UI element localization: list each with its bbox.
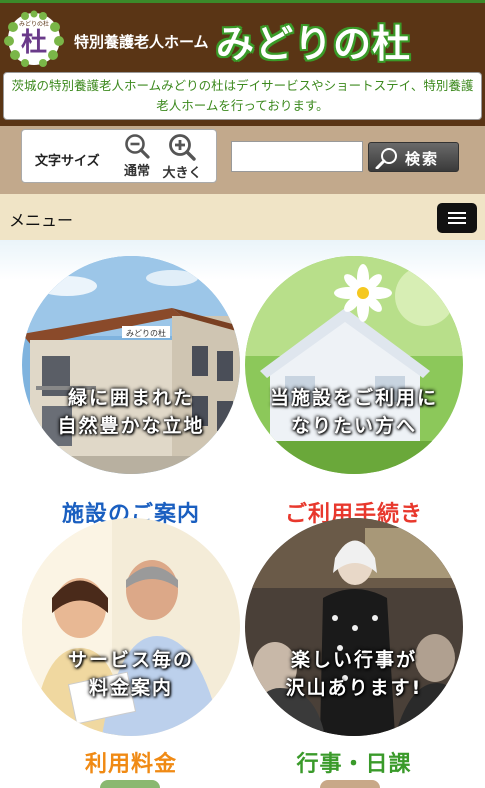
toolbar: 文字サイズ 通常 大きく 検索: [0, 126, 485, 194]
tile-facility-guide[interactable]: みどりの杜 緑に囲まれた 自然豊かな立地 施設のご案内: [22, 256, 244, 527]
font-size-label: 文字サイズ: [35, 154, 100, 169]
tile-overlay-line: 当施設をご利用に: [269, 387, 438, 409]
menu-bar: メニュー: [0, 194, 485, 240]
font-normal-label: 通常: [123, 164, 150, 179]
tile-overlay-line: 料金案内: [88, 677, 173, 699]
svg-text:みどりの杜: みどりの杜: [126, 328, 166, 338]
search-button[interactable]: 検索: [368, 142, 459, 172]
site-header: 杜 みどりの杜 特別養護老人ホーム みどりの杜: [0, 0, 485, 70]
zoom-in-icon: [169, 134, 196, 161]
description-band: 茨城の特別養護老人ホームみどりの杜はデイサービスやショートステイ、特別養護老人ホ…: [0, 70, 485, 126]
font-size-panel: 文字サイズ 通常 大きく: [21, 129, 217, 183]
site-title[interactable]: みどりの杜: [216, 13, 411, 68]
tile-caption: 行事・日課: [296, 752, 412, 777]
tile-overlay-line: 沢山あります!: [285, 677, 423, 699]
zoom-out-icon: [125, 134, 150, 159]
search-input[interactable]: [231, 141, 363, 172]
tile-events-schedule[interactable]: 楽しい行事が 沢山あります! 行事・日課: [245, 518, 467, 780]
svg-text:杜: 杜: [21, 28, 47, 58]
font-large-button[interactable]: 大きく: [160, 133, 204, 181]
facility-photo: みどりの杜 緑に囲まれた 自然豊かな立地: [22, 256, 240, 474]
svg-text:みどりの杜: みどりの杜: [19, 20, 49, 28]
menu-label: メニュー: [9, 211, 74, 230]
font-normal-button[interactable]: 通常: [115, 133, 159, 181]
facility-type: 特別養護老人ホーム: [74, 33, 209, 51]
search-button-label: 検索: [405, 151, 440, 168]
feature-grid: みどりの杜 緑に囲まれた 自然豊かな立地 施設のご案内 当施設をご利用に なりた…: [0, 240, 485, 788]
tile-overlay-line: なりたい方へ: [290, 415, 417, 437]
tile-overlay-line: 自然豊かな立地: [57, 415, 205, 437]
tile-usage-procedures[interactable]: 当施設をご利用に なりたい方へ ご利用手続き: [245, 256, 467, 527]
events-photo: 楽しい行事が 沢山あります!: [245, 518, 463, 736]
site-description: 茨城の特別養護老人ホームみどりの杜はデイサービスやショートステイ、特別養護老人ホ…: [3, 72, 482, 120]
site-logo[interactable]: 杜 みどりの杜: [3, 9, 65, 69]
fees-photo: サービス毎の 料金案内: [22, 518, 240, 736]
tile-overlay-line: サービス毎の: [67, 649, 194, 671]
next-tile-peek: [100, 780, 160, 788]
menu-toggle-button[interactable]: [437, 203, 477, 233]
tile-overlay-line: 楽しい行事が: [290, 649, 417, 671]
tile-caption: 利用料金: [84, 752, 177, 777]
procedures-photo: 当施設をご利用に なりたい方へ: [245, 256, 463, 474]
tile-overlay-line: 緑に囲まれた: [67, 387, 194, 409]
tile-usage-fees[interactable]: サービス毎の 料金案内 利用料金: [22, 518, 244, 780]
next-tile-peek: [320, 780, 380, 788]
font-large-label: 大きく: [162, 166, 202, 181]
search-icon: [375, 148, 397, 169]
